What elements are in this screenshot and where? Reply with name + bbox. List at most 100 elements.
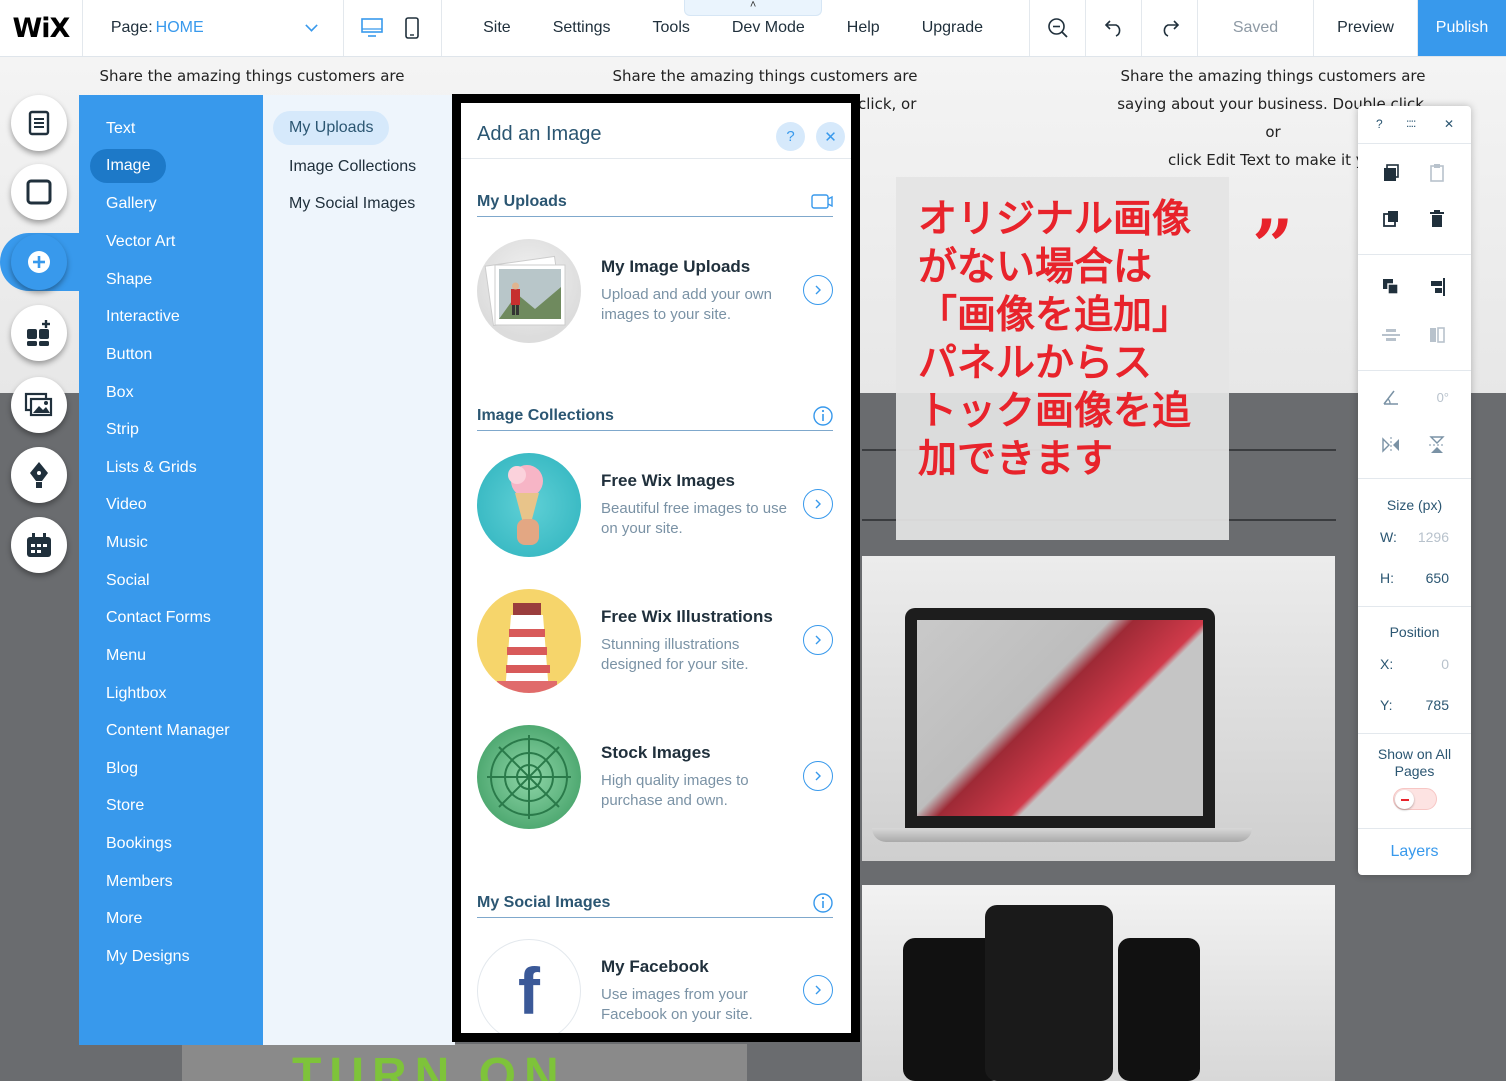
category-gallery[interactable]: Gallery (106, 195, 157, 213)
drag-handle-icon[interactable]: :::: (1406, 116, 1416, 130)
trash-icon[interactable] (1426, 208, 1448, 230)
dev-mode-handle[interactable]: ˄ (684, 0, 823, 16)
chevron-right-icon[interactable] (803, 489, 833, 519)
copy-icon[interactable] (1380, 162, 1402, 184)
rotate-icon[interactable] (1380, 386, 1402, 408)
size-label: Size (px) (1386, 497, 1443, 513)
flip-horizontal-icon[interactable] (1380, 434, 1402, 456)
flip-vertical-icon[interactable] (1426, 434, 1448, 456)
menu-help[interactable]: Help (826, 19, 901, 37)
chevron-right-icon[interactable] (803, 761, 833, 791)
turn-on-banner[interactable]: TURN ON (182, 1044, 747, 1081)
mobile-icon[interactable] (399, 15, 425, 41)
category-strip[interactable]: Strip (106, 421, 139, 439)
close-icon[interactable]: ✕ (1444, 117, 1454, 131)
category-music[interactable]: Music (106, 534, 148, 552)
category-image[interactable]: Image (90, 149, 167, 183)
menu-settings[interactable]: Settings (532, 19, 632, 37)
publish-button[interactable]: Publish (1418, 0, 1506, 56)
info-icon[interactable] (813, 893, 833, 918)
menu-tools[interactable]: Tools (632, 19, 711, 37)
zoom-out-icon (1047, 18, 1068, 38)
chevron-right-icon[interactable] (803, 275, 833, 305)
arrange-icon[interactable] (1380, 276, 1402, 298)
category-store[interactable]: Store (106, 797, 144, 815)
distribute-icon[interactable] (1380, 324, 1402, 346)
rotation-value[interactable]: 0° (1437, 390, 1449, 405)
category-bookings[interactable]: Bookings (106, 835, 172, 853)
category-lists-grids[interactable]: Lists & Grids (106, 459, 197, 477)
list-item-free-wix-images[interactable]: Free Wix Images Beautiful free images to… (477, 453, 837, 559)
category-content-manager[interactable]: Content Manager (106, 722, 230, 740)
section-title: My Social Images (477, 894, 611, 911)
item-description: Stunning illustrations designed for your… (601, 636, 749, 673)
close-button[interactable]: ✕ (816, 122, 845, 151)
paste-icon[interactable] (1426, 162, 1448, 184)
category-contact-forms[interactable]: Contact Forms (106, 609, 211, 627)
redo-button[interactable] (1142, 0, 1199, 56)
annotation-line: がない場合は (918, 245, 1153, 290)
align-icon[interactable] (1426, 276, 1448, 298)
list-item-stock-images[interactable]: Stock Images High quality images to purc… (477, 725, 837, 831)
subcategory-my-social-images[interactable]: My Social Images (289, 195, 415, 213)
add-apps-button[interactable] (11, 305, 67, 361)
menu-site[interactable]: Site (462, 19, 532, 37)
category-shape[interactable]: Shape (106, 271, 152, 289)
category-video[interactable]: Video (106, 496, 147, 514)
category-my-designs[interactable]: My Designs (106, 948, 190, 966)
help-icon[interactable]: ? (1376, 117, 1383, 131)
category-blog[interactable]: Blog (106, 760, 138, 778)
blog-button[interactable] (11, 447, 67, 503)
category-social[interactable]: Social (106, 572, 150, 590)
facebook-icon: f (518, 954, 540, 1028)
show-on-all-pages-toggle[interactable] (1393, 788, 1437, 810)
category-members[interactable]: Members (106, 873, 173, 891)
chevron-right-icon[interactable] (803, 625, 833, 655)
category-vector-art[interactable]: Vector Art (106, 233, 175, 251)
category-interactive[interactable]: Interactive (106, 308, 180, 326)
category-text[interactable]: Text (106, 120, 135, 138)
info-icon[interactable] (813, 406, 833, 431)
background-button[interactable] (11, 164, 67, 220)
layers-button[interactable]: Layers (1358, 828, 1471, 875)
x-value[interactable]: 0 (1441, 656, 1449, 672)
testimonial-2-line-1: Share the amazing things customers are (612, 67, 918, 85)
subcategory-image-collections[interactable]: Image Collections (289, 158, 416, 176)
list-item-my-image-uploads[interactable]: My Image Uploads Upload and add your own… (477, 239, 837, 345)
phone-image (985, 905, 1113, 1081)
list-item-my-facebook[interactable]: f My Facebook Use images from your Faceb… (477, 939, 837, 1033)
illustrations-thumbnail (477, 589, 581, 693)
category-more[interactable]: More (106, 910, 142, 928)
upload-camera-icon[interactable] (811, 192, 833, 215)
toggle-knob (1395, 790, 1414, 809)
category-button[interactable]: Button (106, 346, 152, 364)
desktop-icon[interactable] (359, 15, 385, 41)
match-size-icon[interactable] (1426, 324, 1448, 346)
zoom-out-button[interactable] (1030, 0, 1087, 56)
menu-upgrade[interactable]: Upgrade (901, 19, 1004, 37)
category-menu[interactable]: Menu (106, 647, 146, 665)
preview-button[interactable]: Preview (1314, 0, 1419, 56)
properties-panel: ? :::: ✕ 0° Size (px) W: 1296 H: 650 Pos… (1358, 106, 1471, 875)
chevron-right-icon[interactable] (803, 975, 833, 1005)
duplicate-icon[interactable] (1380, 208, 1402, 230)
image-subcategories: My Uploads Image Collections My Social I… (263, 95, 455, 1045)
wix-logo[interactable]: WiX (0, 0, 83, 56)
category-lightbox[interactable]: Lightbox (106, 685, 167, 703)
width-value[interactable]: 1296 (1418, 529, 1449, 545)
y-value[interactable]: 785 (1426, 697, 1449, 713)
bookings-button[interactable] (11, 517, 67, 573)
height-value[interactable]: 650 (1426, 570, 1449, 586)
pages-button[interactable] (11, 95, 67, 151)
y-label: Y: (1380, 697, 1393, 713)
category-box[interactable]: Box (106, 384, 134, 402)
page-selector[interactable]: Page: HOME (83, 0, 344, 56)
menu-dev-mode[interactable]: Dev Mode (711, 19, 826, 37)
undo-button[interactable] (1086, 0, 1143, 56)
help-button[interactable]: ? (776, 122, 805, 151)
add-button[interactable] (11, 234, 67, 290)
item-description: High quality images to purchase and own. (601, 772, 749, 809)
media-button[interactable] (11, 377, 67, 433)
list-item-free-wix-illustrations[interactable]: Free Wix Illustrations Stunning illustra… (477, 589, 837, 695)
subcategory-my-uploads[interactable]: My Uploads (273, 111, 390, 145)
